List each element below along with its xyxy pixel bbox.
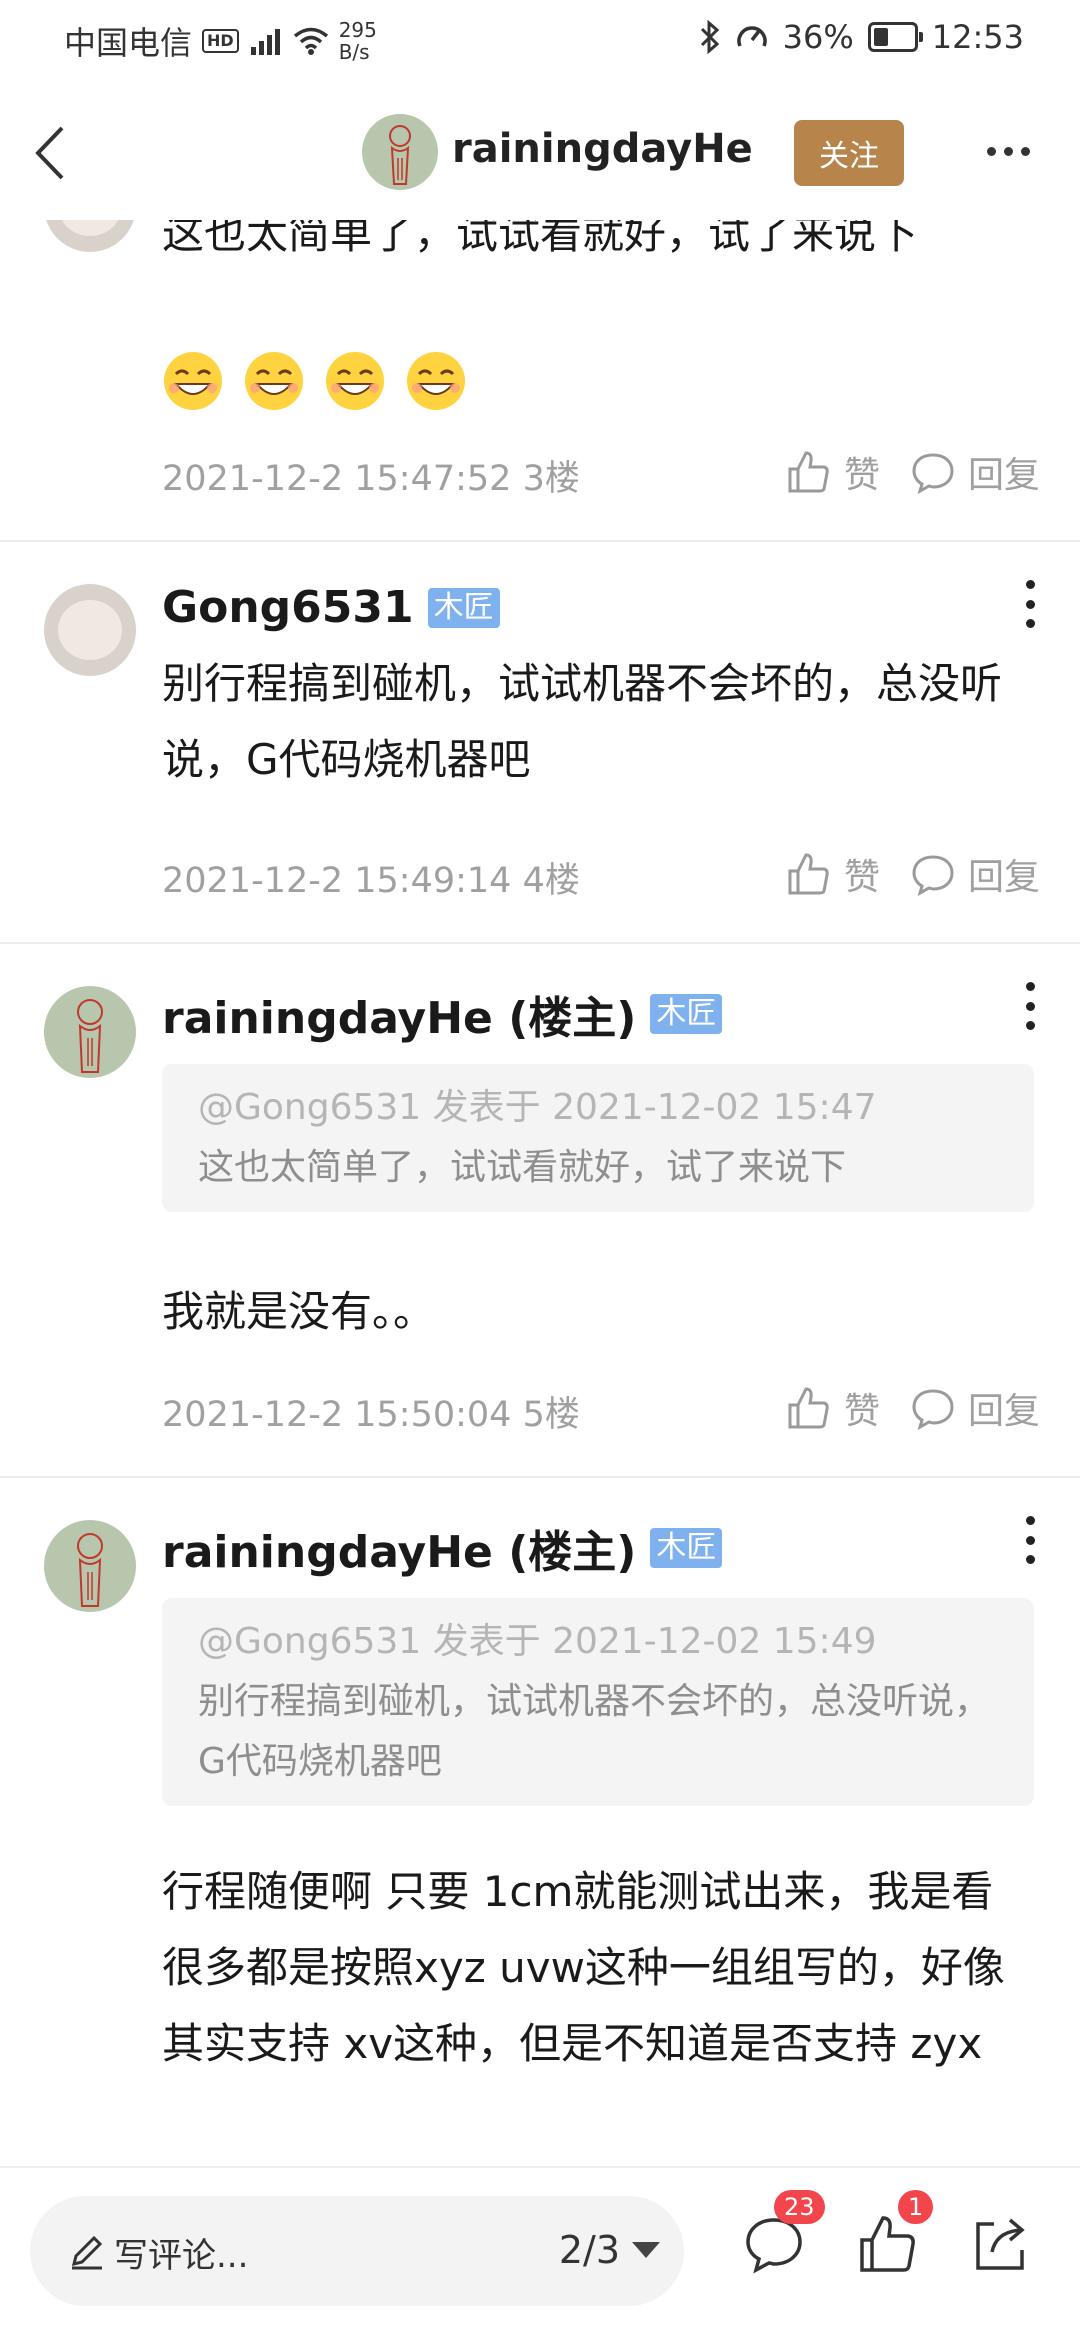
top-nav: rainingdayHe 关注 — [0, 80, 1080, 220]
sketch-avatar-icon — [44, 986, 136, 1078]
page-indicator[interactable]: 2/3 — [559, 2228, 620, 2272]
thumbs-up-icon — [788, 1387, 829, 1429]
like-button[interactable]: 赞 — [786, 848, 880, 900]
status-left: 中国电信 HD 295 B/s — [64, 18, 377, 64]
comment-actions: 赞 回复 — [786, 1382, 1040, 1434]
comment-count-badge: 23 — [774, 2190, 825, 2224]
cup-avatar-icon — [44, 584, 136, 676]
avatar[interactable] — [44, 1520, 136, 1612]
username-text: Gong6531 — [162, 582, 414, 633]
battery-icon — [867, 22, 923, 52]
signal-icon — [250, 29, 280, 55]
username-text: rainingdayHe (楼主) — [162, 1527, 637, 1578]
more-vertical-icon[interactable] — [1020, 982, 1040, 1030]
chat-bubble-icon — [912, 855, 954, 897]
speedometer-icon — [736, 26, 767, 47]
reply-label: 回复 — [967, 857, 1040, 898]
quoted-comment[interactable]: @Gong6531 发表于 2021-12-02 15:47 这也太简单了，试试… — [162, 1064, 1034, 1212]
quote-text: 这也太简单了，试试看就好，试了来说下 — [198, 1147, 847, 1188]
more-vertical-icon[interactable] — [1020, 1516, 1040, 1564]
quote-meta: @Gong6531 发表于 2021-12-02 15:49 — [198, 1621, 877, 1662]
comments-button[interactable]: 23 — [740, 2168, 825, 2338]
clock: 12:53 — [931, 18, 1024, 56]
like-label: 赞 — [843, 1391, 880, 1432]
sketch-avatar-icon — [44, 1520, 136, 1612]
like-label: 赞 — [843, 455, 880, 496]
more-vertical-icon[interactable] — [1020, 580, 1040, 628]
header-avatar[interactable] — [362, 114, 438, 190]
status-bar: 中国电信 HD 295 B/s 36% 12:53 — [0, 0, 1080, 80]
comment-meta: 2021-12-2 15:49:14 4楼 — [162, 861, 580, 901]
quoted-comment[interactable]: @Gong6531 发表于 2021-12-02 15:49 别行程搞到碰机，试… — [162, 1598, 1034, 1806]
header-username[interactable]: rainingdayHe — [452, 126, 753, 172]
comment-content: 我就是没有。。 — [162, 1287, 436, 1336]
grinning-emoji-icon — [326, 352, 385, 410]
like-post-button[interactable]: 1 — [856, 2168, 936, 2338]
hd-badge: HD — [202, 29, 239, 53]
comment-actions: 赞 回复 — [786, 848, 1040, 900]
thumbs-up-icon — [788, 853, 829, 895]
comment-content: 别行程搞到碰机，试试机器不会坏的，总没听说，G代码烧机器吧 — [162, 659, 1003, 784]
comment-item: rainingdayHe (楼主) 木匠 @Gong6531 发表于 2021-… — [0, 944, 1080, 1478]
reply-label: 回复 — [967, 1391, 1040, 1432]
comment-feed: 这也太简单了，试试看就好，试了来说下 2021-12-2 15:47:52 3楼… — [0, 160, 1080, 2178]
net-speed-value: 295 — [338, 18, 377, 42]
comment-item: Gong6531 木匠 别行程搞到碰机，试试机器不会坏的，总没听说，G代码烧机器… — [0, 542, 1080, 944]
username[interactable]: rainingdayHe (楼主) 木匠 — [162, 1516, 723, 1580]
comment-meta: 2021-12-2 15:50:04 5楼 — [162, 1395, 580, 1435]
wifi-icon — [293, 27, 328, 55]
comment-item: rainingdayHe (楼主) 木匠 @Gong6531 发表于 2021-… — [0, 1478, 1080, 2178]
emoji-row — [162, 350, 481, 416]
comment-actions: 赞 回复 — [786, 446, 1040, 498]
grinning-emoji-icon — [245, 352, 304, 410]
thumbs-up-icon — [788, 451, 829, 493]
back-arrow-icon[interactable] — [24, 118, 84, 188]
grinning-emoji-icon — [164, 352, 222, 410]
username-text: rainingdayHe (楼主) — [162, 993, 637, 1044]
pencil-icon — [71, 2235, 103, 2270]
reply-button[interactable]: 回复 — [910, 446, 1040, 498]
like-button[interactable]: 赞 — [786, 446, 880, 498]
avatar[interactable] — [44, 584, 136, 676]
status-right: 36% 12:53 — [699, 18, 1024, 56]
like-button[interactable]: 赞 — [786, 1382, 880, 1434]
write-comment-input[interactable]: 写评论... 2/3 — [30, 2196, 684, 2306]
quote-meta: @Gong6531 发表于 2021-12-02 15:47 — [198, 1087, 877, 1128]
role-badge: 木匠 — [427, 587, 500, 628]
reply-label: 回复 — [967, 455, 1040, 496]
quote-text: 别行程搞到碰机，试试机器不会坏的，总没听说，G代码烧机器吧 — [198, 1681, 991, 1782]
net-speed: 295 B/s — [339, 19, 377, 63]
comment-content: 行程随便啊 只要 1cm就能测试出来，我是看很多都是按照xyz uvw这种一组组… — [162, 1867, 1005, 2068]
carrier-label: 中国电信 — [64, 24, 193, 62]
grinning-emoji-icon — [407, 352, 466, 410]
comment-meta: 2021-12-2 15:47:52 3楼 — [162, 459, 580, 499]
chat-bubble-icon — [912, 453, 954, 495]
net-speed-unit: B/s — [338, 40, 370, 64]
reply-button[interactable]: 回复 — [910, 1382, 1040, 1434]
role-badge: 木匠 — [650, 1528, 723, 1568]
avatar[interactable] — [44, 986, 136, 1078]
reply-button[interactable]: 回复 — [910, 848, 1040, 900]
chat-bubble-icon — [912, 1389, 954, 1431]
like-count-badge: 1 — [898, 2190, 934, 2224]
battery-percent: 36% — [782, 18, 854, 56]
username[interactable]: Gong6531 木匠 — [162, 582, 500, 633]
bluetooth-icon — [700, 20, 719, 54]
sketch-avatar-icon — [362, 114, 438, 190]
comment-placeholder: 写评论... — [114, 2236, 249, 2276]
role-badge: 木匠 — [650, 994, 723, 1034]
more-options-icon[interactable] — [978, 136, 1038, 166]
caret-down-icon[interactable] — [632, 2242, 660, 2258]
share-button[interactable] — [966, 2168, 1046, 2338]
follow-button[interactable]: 关注 — [794, 120, 904, 186]
bottom-action-bar: 写评论... 2/3 23 1 — [0, 2166, 1080, 2342]
share-icon — [976, 2218, 1025, 2270]
comment-item: 这也太简单了，试试看就好，试了来说下 2021-12-2 15:47:52 3楼… — [0, 160, 1080, 542]
like-label: 赞 — [843, 857, 880, 898]
username[interactable]: rainingdayHe (楼主) 木匠 — [162, 982, 723, 1046]
